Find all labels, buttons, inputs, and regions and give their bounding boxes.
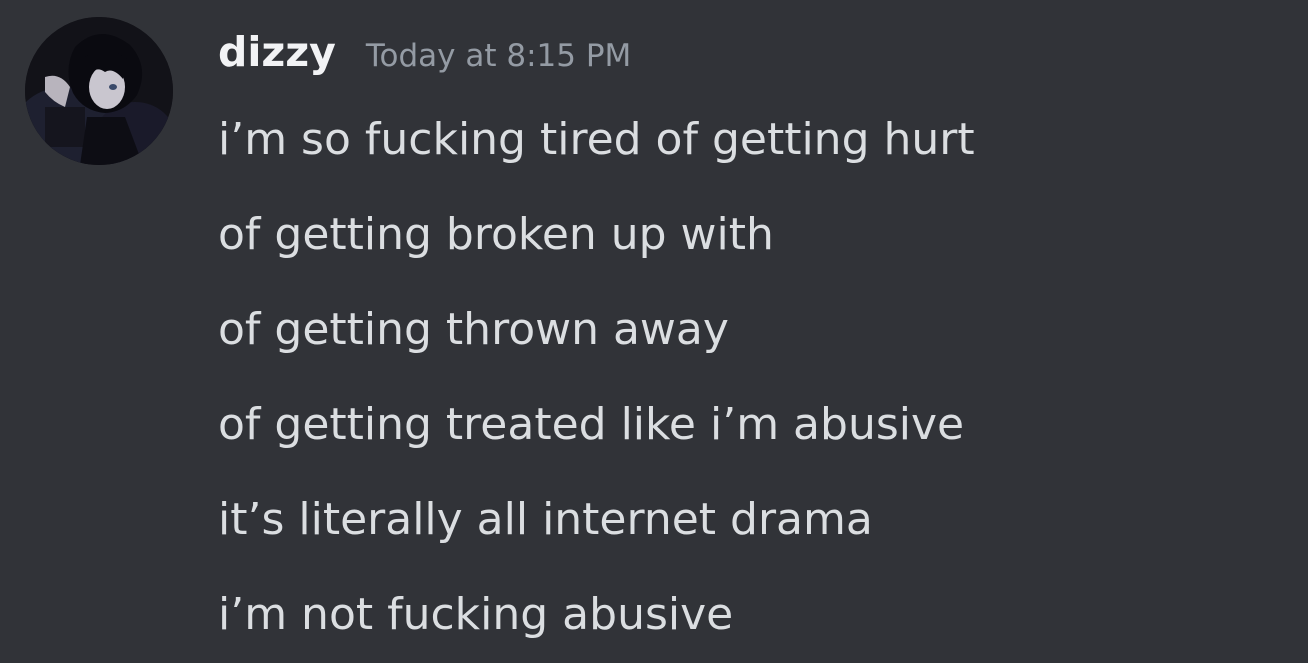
chat-message: dizzy Today at 8:15 PM i’m so fucking ti… xyxy=(0,0,1308,663)
message-line: it’s literally all internet drama xyxy=(218,494,873,545)
username[interactable]: dizzy xyxy=(218,28,336,76)
avatar[interactable] xyxy=(25,17,173,165)
timestamp[interactable]: Today at 8:15 PM xyxy=(366,38,631,74)
message-content: i’m so fucking tired of getting hurt of … xyxy=(218,92,975,662)
profile-avatar-icon xyxy=(25,17,173,165)
message-line: i’m not fucking abusive xyxy=(218,589,734,640)
message-header: dizzy Today at 8:15 PM xyxy=(218,28,631,88)
message-line: i’m so fucking tired of getting hurt xyxy=(218,114,975,165)
message-line: of getting broken up with xyxy=(218,209,774,260)
message-line: of getting thrown away xyxy=(218,304,729,355)
message-line: of getting treated like i’m abusive xyxy=(218,399,965,450)
